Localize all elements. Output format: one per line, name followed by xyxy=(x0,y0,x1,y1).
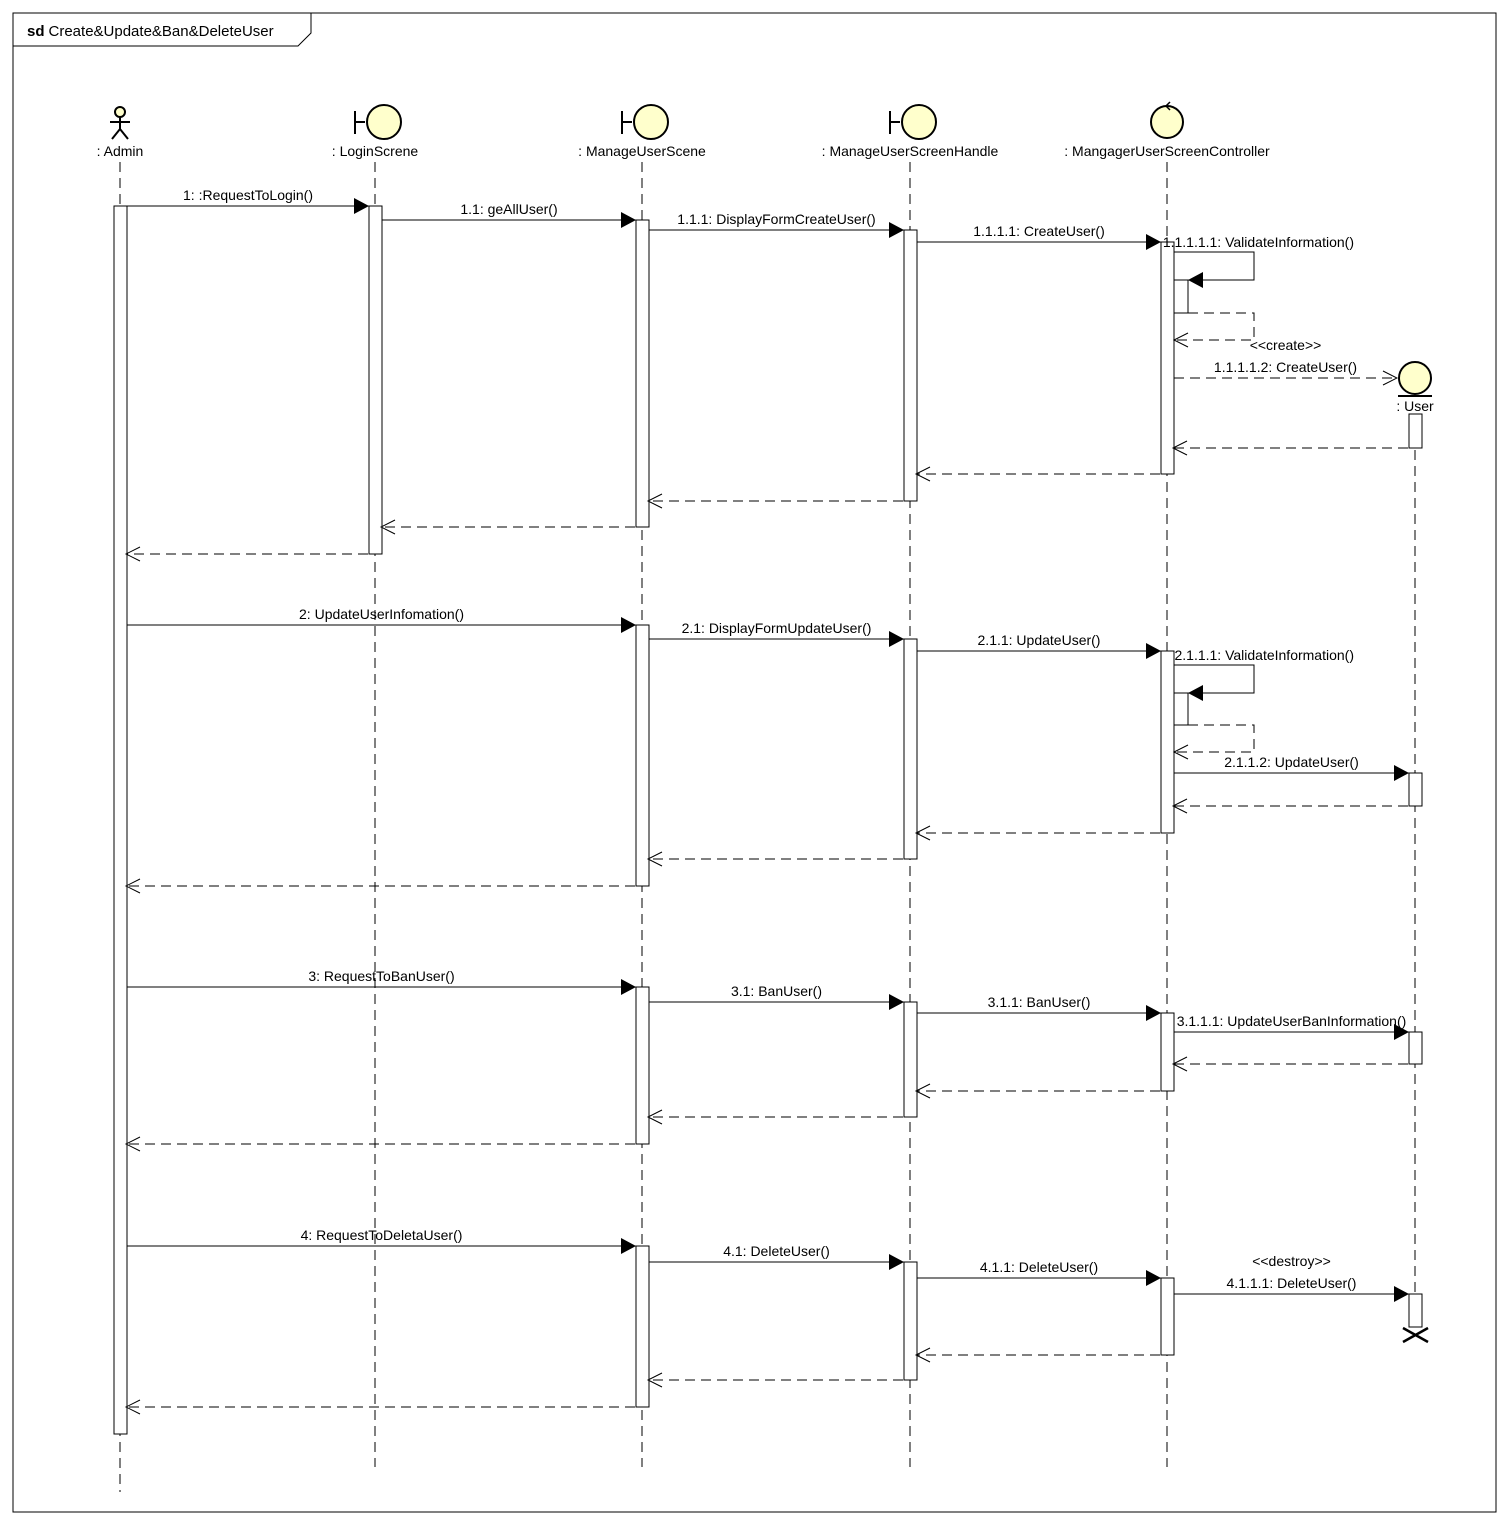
sequence-diagram: sd Create&Update&Ban&DeleteUser : Admin : … xyxy=(12,12,1497,1513)
message-label: 4: RequestToDeletaUser() xyxy=(301,1227,463,1243)
message-label: 3.1.1.1: UpdateUserBanInformation() xyxy=(1177,1013,1407,1029)
svg-text:sdCreate&Update&Ban&DeleteUser: sd Create&Update&Ban&DeleteUser xyxy=(27,23,274,40)
message-label: 3.1.1: BanUser() xyxy=(988,994,1091,1010)
message-label: 4.1: DeleteUser() xyxy=(723,1243,830,1259)
activation-bar-ctrl xyxy=(1160,1277,1175,1356)
activation-bar-user xyxy=(1408,1031,1423,1065)
participant-label: : LoginScrene xyxy=(332,143,419,159)
message-label: 4.1.1: DeleteUser() xyxy=(980,1259,1098,1275)
activation-bar-nested xyxy=(1173,692,1189,726)
message-label: 2: UpdateUserInfomation() xyxy=(299,606,464,622)
activation-bar-nested xyxy=(1173,279,1189,314)
message-label: 2.1.1.1: ValidateInformation() xyxy=(1174,647,1354,663)
message-label: 1: :RequestToLogin() xyxy=(183,187,313,203)
participant-label: : MangagerUserScreenController xyxy=(1064,143,1270,159)
activation-bar-mush xyxy=(903,638,918,860)
activation-bar-login xyxy=(368,205,383,555)
message-label: 2.1: DisplayFormUpdateUser() xyxy=(682,620,872,636)
activation-bar-user xyxy=(1408,1293,1423,1328)
message-label: 3.1: BanUser() xyxy=(731,983,822,999)
participant-label: : Admin xyxy=(97,143,144,159)
message-label: 1.1.1.1: CreateUser() xyxy=(973,223,1105,239)
message-stereotype: <<destroy>> xyxy=(1252,1253,1331,1269)
message-label: 2.1.1.2: UpdateUser() xyxy=(1224,754,1359,770)
frame-keyword: sd xyxy=(27,23,45,40)
activation-bar-ctrl xyxy=(1160,1012,1175,1092)
participant-label: : ManageUserScene xyxy=(578,143,706,159)
activation-bar-mus xyxy=(635,624,650,887)
activation-bar-admin xyxy=(113,205,128,1435)
activation-bar-mus xyxy=(635,219,650,528)
participant-user: : User xyxy=(1396,361,1434,414)
message-label: 1.1.1.1.1: ValidateInformation() xyxy=(1163,234,1354,250)
activation-bar-mus xyxy=(635,1245,650,1408)
message-label: 3: RequestToBanUser() xyxy=(308,968,454,984)
activation-bar-ctrl xyxy=(1160,241,1175,475)
message-label: 4.1.1.1: DeleteUser() xyxy=(1227,1275,1357,1291)
message-stereotype: <<create>> xyxy=(1250,337,1322,353)
message-label: 1.1: geAllUser() xyxy=(460,201,557,217)
activation-bar-ctrl xyxy=(1160,650,1175,834)
participant-label: : ManageUserScreenHandle xyxy=(822,143,999,159)
message-label: 2.1.1: UpdateUser() xyxy=(978,632,1101,648)
activation-bar-mush xyxy=(903,1261,918,1381)
activation-bar-user xyxy=(1408,413,1423,449)
message-label: 1.1.1: DisplayFormCreateUser() xyxy=(677,211,875,227)
activation-bar-mush xyxy=(903,1001,918,1118)
frame-title: Create&Update&Ban&DeleteUser xyxy=(49,23,274,40)
message-label: 1.1.1.1.2: CreateUser() xyxy=(1214,359,1357,375)
activation-bar-mush xyxy=(903,229,918,502)
participant-label: : User xyxy=(1396,398,1434,414)
activation-bar-user xyxy=(1408,772,1423,807)
activation-bar-mus xyxy=(635,986,650,1145)
